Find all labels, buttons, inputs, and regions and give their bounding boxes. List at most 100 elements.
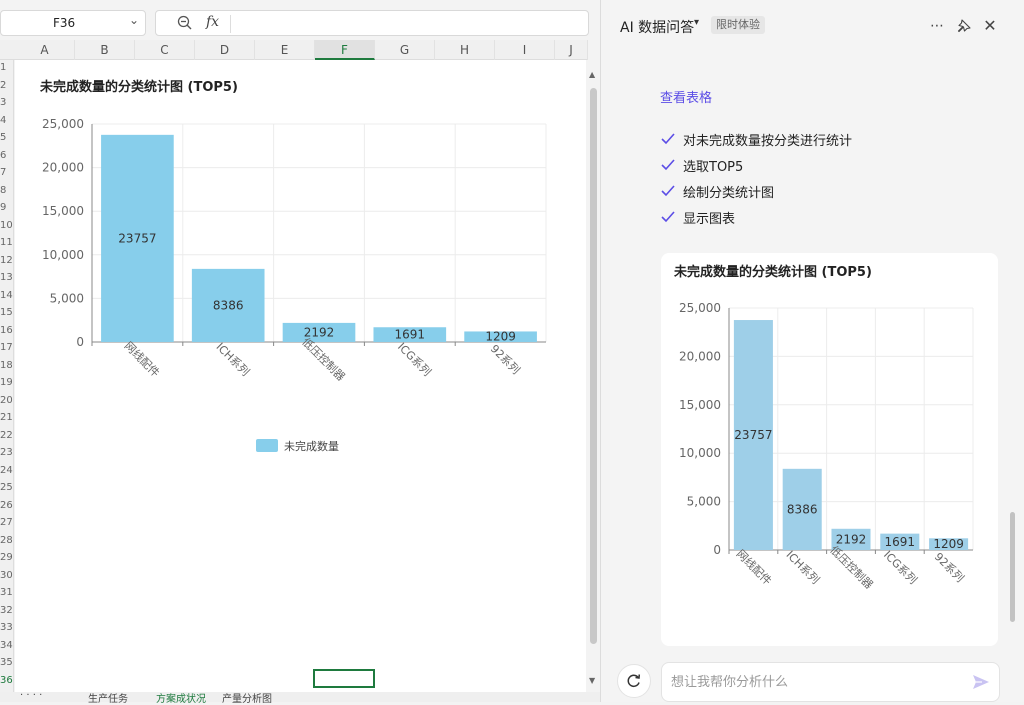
ask-input[interactable] [661,662,1000,702]
scroll-down-icon[interactable]: ▼ [589,676,595,685]
row-header[interactable]: 20 [0,393,13,409]
bar-value-label: 1209 [485,330,516,344]
check-icon [661,133,675,145]
formula-input[interactable]: fx [155,10,589,36]
column-header[interactable]: F [315,40,375,60]
row-header[interactable]: 17 [0,340,13,356]
row-header[interactable]: 9 [0,200,13,216]
fx-icon[interactable]: fx [206,14,219,30]
row-header[interactable]: 33 [0,620,13,636]
row-header[interactable]: 10 [0,218,13,234]
row-header[interactable]: 12 [0,253,13,269]
sheet-tab[interactable]: · · · · [20,690,42,701]
y-tick-label: 10,000 [679,446,721,460]
row-header[interactable]: 18 [0,358,13,374]
row-header[interactable]: 36 [0,673,13,689]
row-header[interactable]: 4 [0,113,13,129]
chevron-down-icon[interactable]: ⌄ [129,13,139,27]
row-header[interactable]: 30 [0,568,13,584]
row-header[interactable]: 14 [0,288,13,304]
row-header[interactable]: 27 [0,515,13,531]
ai-assistant-panel: AI 数据问答 ▾ 限时体验 ⋯ ✕ 查看表格 对未完成数量按分类进行统计 选取… [601,0,1024,702]
row-header[interactable]: 13 [0,270,13,286]
step-label: 对未完成数量按分类进行统计 [683,134,853,149]
row-header[interactable]: 5 [0,130,13,146]
scroll-up-icon[interactable]: ▲ [589,70,595,79]
column-header[interactable]: J [555,40,588,60]
bar-chart: 未完成数量的分类统计图 (TOP5) 0 5,000 10,000 15,000 20,0… [673,264,974,592]
row-header[interactable]: 8 [0,183,13,199]
x-tick-label: 92系列 [932,549,967,584]
panel-scrollbar-thumb[interactable] [1010,512,1015,622]
x-tick-label: ICH系列 [214,340,253,379]
row-header[interactable]: 1 [0,60,13,76]
row-header[interactable]: 16 [0,323,13,339]
row-header[interactable]: 32 [0,603,13,619]
column-header[interactable]: H [435,40,495,60]
bar-value-label: 8386 [787,502,818,516]
row-header[interactable]: 2 [0,78,13,94]
close-icon[interactable]: ✕ [980,16,1000,36]
row-header[interactable]: 7 [0,165,13,181]
vertical-scrollbar[interactable]: ▲ ▼ [587,60,600,692]
name-box[interactable]: F36 ⌄ [0,10,146,36]
y-tick-label: 25,000 [679,301,721,315]
column-header[interactable]: B [75,40,135,60]
sheet-tab[interactable]: 生产任务 [88,690,128,705]
y-tick-label: 0 [76,335,84,349]
row-header[interactable]: 25 [0,480,13,496]
row-header[interactable]: 35 [0,655,13,671]
refresh-icon [627,674,641,688]
pin-icon[interactable] [954,16,974,36]
step-label: 选取TOP5 [683,160,744,175]
row-header[interactable]: 31 [0,585,13,601]
column-header[interactable]: I [495,40,555,60]
bar-value-label: 23757 [118,231,156,245]
row-header[interactable]: 6 [0,148,13,164]
column-header[interactable]: C [135,40,195,60]
refresh-button[interactable] [617,664,651,698]
send-icon[interactable] [971,673,991,691]
view-table-link[interactable]: 查看表格 [660,87,712,106]
row-header[interactable]: 21 [0,410,13,426]
spreadsheet-area: F36 ⌄ fx ABCDEFGHIJ 1 2 3 4 5 6 7 8 9 10 11 12 13 14 1… [0,0,600,705]
y-tick-label: 20,000 [679,349,721,363]
row-header[interactable]: 26 [0,498,13,514]
row-header[interactable]: 23 [0,445,13,461]
scrollbar-thumb[interactable] [590,88,597,644]
column-header[interactable]: D [195,40,255,60]
row-header[interactable]: 28 [0,533,13,549]
row-header[interactable]: 24 [0,463,13,479]
formula-bar: F36 ⌄ fx [0,8,590,36]
sheet-tab[interactable]: 方案成状况 [156,690,206,705]
column-header[interactable]: A [15,40,75,60]
bar-value-label: 1209 [933,537,964,551]
bar-value-label: 1691 [885,535,916,549]
x-tick-label: ICG系列 [395,340,434,379]
y-tick-label: 5,000 [50,291,84,305]
step-label: 绘制分类统计图 [683,186,775,201]
bar-value-label: 2192 [836,532,867,546]
row-header[interactable]: 3 [0,95,13,111]
chart-title: 未完成数量的分类统计图 (TOP5) [673,264,872,280]
selected-cell[interactable] [313,669,375,688]
more-icon[interactable]: ⋯ [927,16,947,36]
row-header[interactable]: 15 [0,305,13,321]
row-header[interactable]: 22 [0,428,13,444]
row-header[interactable]: 29 [0,550,13,566]
divider [230,15,231,33]
panel-title[interactable]: AI 数据问答 [620,17,694,37]
step-label: 显示图表 [683,212,736,227]
row-header[interactable]: 34 [0,638,13,654]
sheet-tab[interactable]: 产量分析图 [222,690,272,705]
x-tick-label: 92系列 [488,341,523,376]
chevron-down-icon[interactable]: ▾ [694,17,699,28]
embedded-chart[interactable]: 未完成数量的分类统计图 (TOP5) 0 5,000 10,000 15,000 20,0… [16,70,581,470]
row-header[interactable]: 11 [0,235,13,251]
column-header[interactable]: G [375,40,435,60]
row-header[interactable]: 19 [0,375,13,391]
chart-card[interactable]: 未完成数量的分类统计图 (TOP5) 0 5,000 10,000 15,000 20,0… [661,253,998,646]
x-tick-label: 网线配件 [122,339,163,380]
column-header[interactable]: E [255,40,315,60]
zoom-icon[interactable] [176,14,194,32]
